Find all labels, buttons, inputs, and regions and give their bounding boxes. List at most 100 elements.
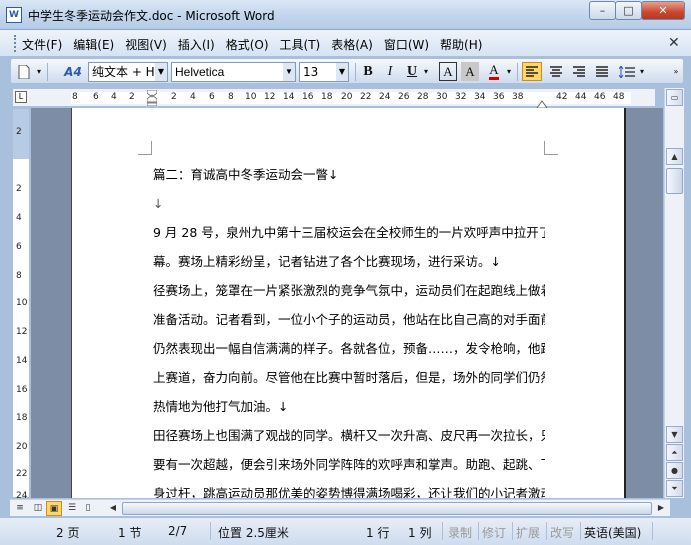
menu-insert[interactable]: 插入(I) bbox=[178, 36, 215, 53]
close-button[interactable]: ✕ bbox=[641, 1, 685, 20]
font-color-button[interactable]: A bbox=[483, 62, 505, 81]
select-browse-object-icon[interactable]: ● bbox=[666, 462, 683, 479]
line-spacing-icon bbox=[619, 65, 635, 78]
reading-view-icon[interactable]: ▯ bbox=[80, 501, 96, 516]
text-line[interactable]: 幕。赛场上精彩纷呈，记者钻进了各个比赛现场，进行采访。↓ bbox=[153, 247, 545, 276]
scroll-right-icon[interactable]: ▶ bbox=[654, 501, 668, 516]
ruler-tick: 4 bbox=[111, 92, 117, 102]
text-line[interactable]: 上赛道，奋力向前。尽管他在比赛中暂时落后，但是，场外的同学们仍然 bbox=[153, 363, 545, 392]
status-track-changes[interactable]: 修订 bbox=[482, 524, 506, 541]
close-document-icon[interactable]: ✕ bbox=[668, 35, 680, 51]
text-line[interactable]: 要有一次超越，便会引来场外同学阵阵的欢呼声和掌声。助跑、起跳、飞 bbox=[153, 450, 545, 479]
text-line[interactable]: 9 月 28 号，泉州九中第十三届校运会在全校师生的一片欢呼声中拉开了帷 bbox=[153, 218, 545, 247]
ruler-tick: 10 bbox=[16, 298, 28, 308]
style-select[interactable]: 纯文本 + H ▼ bbox=[88, 62, 168, 82]
ruler-tick: 42 bbox=[556, 92, 568, 102]
underline-chevron-down-icon[interactable]: ▾ bbox=[422, 62, 430, 81]
text-line[interactable]: 热情地为他打气加油。↓ bbox=[153, 392, 545, 421]
next-page-icon[interactable]: ⏷ bbox=[666, 480, 683, 497]
horizontal-scroll-thumb[interactable] bbox=[122, 502, 652, 515]
toolbar-overflow-chevron-icon[interactable]: » bbox=[671, 62, 681, 81]
vertical-scrollbar[interactable]: ▭ ▲ ▼ ⏶ ● ⏷ bbox=[664, 88, 684, 498]
ruler-tick: 30 bbox=[436, 92, 448, 102]
status-extend[interactable]: 扩展 bbox=[516, 524, 540, 541]
maximize-button[interactable]: □ bbox=[615, 1, 642, 20]
web-view-icon[interactable]: ◫ bbox=[30, 501, 46, 516]
normal-view-icon[interactable]: ≡ bbox=[12, 501, 28, 516]
justify-button[interactable] bbox=[592, 62, 612, 81]
split-handle-icon[interactable]: ▭ bbox=[666, 89, 683, 106]
justify-icon bbox=[596, 66, 608, 77]
menu-view[interactable]: 视图(V) bbox=[125, 36, 167, 53]
styles-pane-icon[interactable]: A4 bbox=[61, 62, 85, 81]
menu-table[interactable]: 表格(A) bbox=[331, 36, 373, 53]
character-border-button[interactable]: A bbox=[439, 62, 457, 81]
align-left-button[interactable] bbox=[522, 62, 542, 81]
underline-button[interactable]: U bbox=[403, 62, 421, 81]
font-select[interactable]: Helvetica ▼ bbox=[171, 62, 296, 82]
italic-button[interactable]: I bbox=[381, 62, 399, 81]
document-area[interactable]: 篇二：育诚高中冬季运动会一瞥↓ ↓ 9 月 28 号，泉州九中第十三届校运会在全… bbox=[31, 108, 663, 498]
ruler-tick: 8 bbox=[228, 92, 234, 102]
line-spacing-chevron-down-icon[interactable]: ▾ bbox=[638, 62, 646, 81]
chevron-down-icon[interactable]: ▼ bbox=[283, 63, 295, 81]
ruler-tick: 26 bbox=[398, 92, 410, 102]
menu-window[interactable]: 窗口(W) bbox=[384, 36, 429, 53]
ruler-tick: 4 bbox=[16, 213, 22, 223]
minimize-button[interactable]: – bbox=[589, 1, 616, 20]
text-line[interactable]: 准备活动。记者看到，一位小个子的运动员，他站在比自己高的对手面前 bbox=[153, 305, 545, 334]
ruler-tick: 44 bbox=[575, 92, 587, 102]
menu-tools[interactable]: 工具(T) bbox=[280, 36, 321, 53]
window-title: 中学生冬季运动会作文.doc - Microsoft Word bbox=[28, 9, 275, 23]
document-text[interactable]: 篇二：育诚高中冬季运动会一瞥↓ ↓ 9 月 28 号，泉州九中第十三届校运会在全… bbox=[153, 160, 545, 498]
text-line[interactable]: 田径赛场上也围满了观战的同学。横杆又一次升高、皮尺再一次拉长，只 bbox=[153, 421, 545, 450]
toolbar-options-chevron-icon[interactable]: ▾ bbox=[35, 62, 43, 81]
paragraph-mark[interactable]: ↓ bbox=[153, 189, 545, 218]
outline-view-icon[interactable]: ☰ bbox=[64, 501, 80, 516]
menu-help[interactable]: 帮助(H) bbox=[440, 36, 482, 53]
chevron-down-icon[interactable]: ▼ bbox=[155, 63, 167, 81]
indent-marker-icon[interactable] bbox=[146, 89, 158, 107]
right-indent-marker-icon[interactable] bbox=[536, 97, 548, 109]
document-page[interactable]: 篇二：育诚高中冬季运动会一瞥↓ ↓ 9 月 28 号，泉州九中第十三届校运会在全… bbox=[71, 108, 626, 498]
text-line[interactable]: 仍然表现出一幅自信满满的样子。各就各位，预备……，发令枪响，他跃 bbox=[153, 334, 545, 363]
bold-button[interactable]: B bbox=[359, 62, 377, 81]
align-center-icon bbox=[550, 66, 562, 77]
scroll-thumb[interactable] bbox=[666, 168, 683, 194]
ruler-tick: 2 bbox=[16, 127, 22, 137]
scroll-up-icon[interactable]: ▲ bbox=[666, 148, 683, 165]
ruler-tick: 2 bbox=[129, 92, 135, 102]
menu-edit[interactable]: 编辑(E) bbox=[73, 36, 114, 53]
vertical-ruler[interactable]: 2 2 4 6 8 10 12 14 16 18 20 22 24 bbox=[12, 108, 30, 501]
line-spacing-button[interactable] bbox=[616, 62, 638, 81]
status-record[interactable]: 录制 bbox=[448, 524, 472, 541]
new-document-icon[interactable] bbox=[15, 62, 33, 81]
text-line[interactable]: 篇二：育诚高中冬季运动会一瞥↓ bbox=[153, 160, 545, 189]
horizontal-ruler[interactable]: L 8 6 4 2 2 4 6 8 10 12 14 16 18 20 22 2… bbox=[12, 88, 656, 109]
ruler-tick: 6 bbox=[93, 92, 99, 102]
status-language[interactable]: 英语(美国) bbox=[584, 524, 641, 541]
menu-file[interactable]: 文件(F) bbox=[22, 36, 62, 53]
horizontal-scrollbar[interactable]: ≡ ◫ ▣ ☰ ▯ ◀ ▶ bbox=[10, 499, 670, 516]
align-right-button[interactable] bbox=[569, 62, 589, 81]
menu-format[interactable]: 格式(O) bbox=[226, 36, 269, 53]
chevron-down-icon[interactable]: ▼ bbox=[336, 63, 348, 81]
ruler-tick: 28 bbox=[417, 92, 429, 102]
font-color-chevron-down-icon[interactable]: ▾ bbox=[505, 62, 513, 81]
print-layout-view-icon[interactable]: ▣ bbox=[46, 501, 62, 516]
status-overtype[interactable]: 改写 bbox=[550, 524, 574, 541]
previous-page-icon[interactable]: ⏶ bbox=[666, 444, 683, 461]
font-size-select[interactable]: 13 ▼ bbox=[299, 62, 349, 82]
tab-stop-selector[interactable]: L bbox=[15, 91, 27, 103]
font-select-value: Helvetica bbox=[175, 65, 225, 79]
align-right-icon bbox=[573, 66, 585, 77]
text-line[interactable]: 身过杆，跳高运动员那优美的姿势博得满场喝彩，还让我们的小记者激动 bbox=[153, 479, 545, 498]
ruler-tick: 36 bbox=[493, 92, 505, 102]
status-line: 1 行 bbox=[366, 526, 390, 540]
menu-grip-handle[interactable] bbox=[14, 35, 17, 52]
align-center-button[interactable] bbox=[546, 62, 566, 81]
scroll-down-icon[interactable]: ▼ bbox=[666, 426, 683, 443]
character-shading-button[interactable]: A bbox=[461, 62, 479, 81]
scroll-left-icon[interactable]: ◀ bbox=[106, 501, 120, 516]
text-line[interactable]: 径赛场上，笼罩在一片紧张激烈的竞争气氛中，运动员们在起跑线上做着 bbox=[153, 276, 545, 305]
